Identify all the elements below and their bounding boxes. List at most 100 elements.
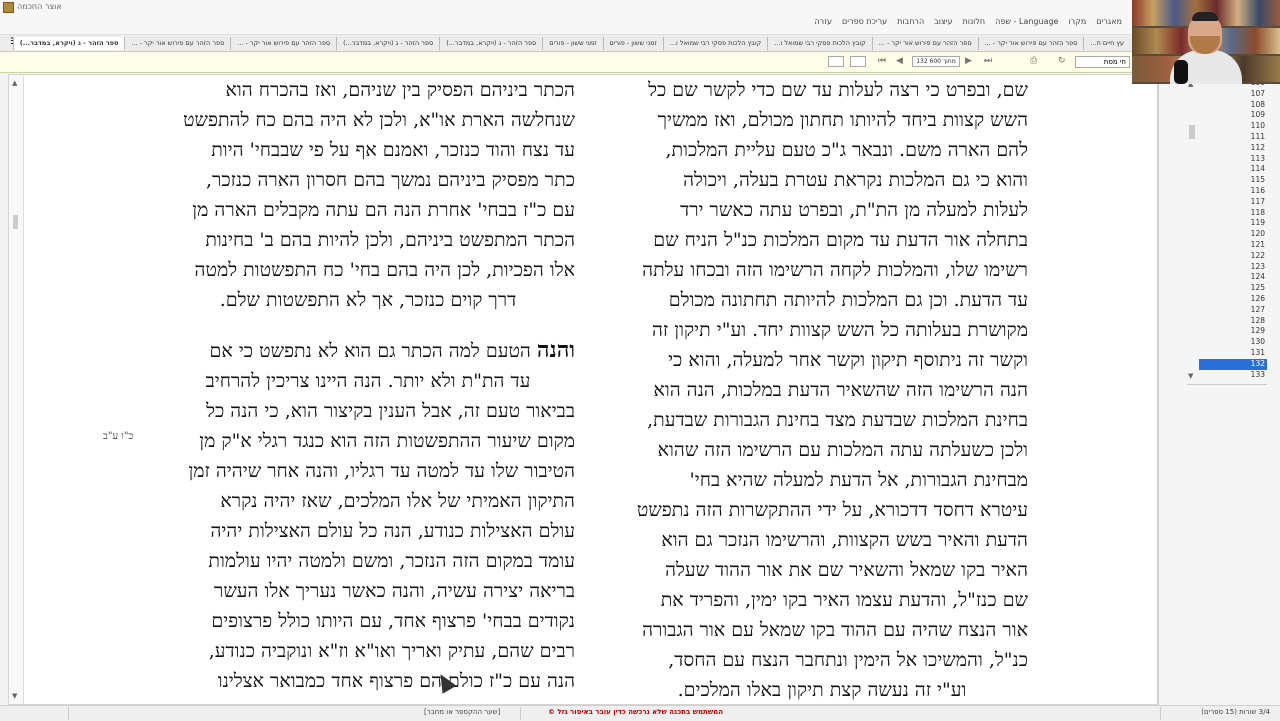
document-tab[interactable]: ספר הזהר עם פירוש אור יקר - ... [124,37,230,50]
first-page-icon[interactable]: ⏮ [878,56,886,66]
text-line: דרך קוים כנזכר, אך לא התפשטות שלם. [219,289,517,311]
page-number-item[interactable]: 125 [1199,283,1267,294]
page-number-item[interactable]: 126 [1199,294,1267,305]
page-number-item[interactable]: 124 [1199,272,1267,283]
menu-item[interactable]: עריכת ספרים [842,17,887,26]
page-number-item[interactable]: 131 [1199,348,1267,359]
text-line: נקודים בבחי' פרצוף אחד, עם היותו כולל פר… [211,610,575,632]
document-tab[interactable]: זמני ששון - פורים [602,37,663,50]
page-number-item[interactable]: 113 [1199,154,1267,165]
page-number-item[interactable]: 120 [1199,229,1267,240]
text-line: כנ"ל, והמשיכו אל הימין ונתחבר הנצח עם הח… [668,649,1028,671]
last-page-icon[interactable]: ⏭ [984,56,992,66]
page-number-item[interactable]: 128 [1199,316,1267,327]
page-number-item[interactable]: 108 [1199,100,1267,111]
page-number-item[interactable]: 132 [1199,358,1267,370]
document-tab[interactable]: ספר הזהר עם פירוש אור יקר - ... [977,37,1084,50]
search-input[interactable]: חי מסת [1075,56,1130,68]
menu-items: מאגרים מקרו Language - שפה חלונות עיצוב הרחבו… [814,17,1122,26]
print-icon[interactable]: ⎙ [1030,56,1037,66]
text-line: הנה עם כ"ז כולם הם פרצוף אחד כמבואר אצלי… [217,670,575,692]
text-line: הכתר ביניהם הפסיק בין שניהם, ואז בהכרח ה… [225,79,575,101]
document-view[interactable]: ▲ ▼ שם, ובפרט כי רצה לעלות עד שם כדי לקש… [8,74,1158,705]
menu-item[interactable]: Language - שפה [995,17,1058,26]
page-number-item[interactable]: 116 [1199,186,1267,197]
text-line: האיר בקו שמאל והשאיר שם את אור ההוד שעלה [665,559,1028,581]
menu-item[interactable]: עיצוב [934,17,952,26]
text-line: עומד במקום הזה הנזכר, ומשם ולמטה יהיו עו… [208,550,575,572]
text-line: הכתר המתפשט ביניהם, ולכן להיות בהם ב' בח… [205,229,575,251]
text-line: כתר מפסיק ביניהם נמשך בהם חסרון הארה כנז… [205,169,575,191]
page-number-item[interactable]: 110 [1199,121,1267,132]
page-info-field[interactable]: 132 מתוך 600 [912,56,960,67]
menu-item[interactable]: עזרה [814,17,832,26]
text-line: אור הנצח שהיה עם ההוד בקו שמאל עם אור הג… [642,619,1028,641]
page-number-item[interactable]: 115 [1199,175,1267,186]
menu-bar: מאגרים מקרו Language - שפה חלונות עיצוב הרחבו… [0,16,1280,35]
document-tab[interactable]: עץ חיים ח... [1083,37,1130,50]
page-number-item[interactable]: 130 [1199,337,1267,348]
text-line: שם, ובפרט כי רצה לעלות עד שם כדי לקשר שם… [648,79,1028,101]
document-tab[interactable]: קובץ הלכות פסקי רבי שמואל ו... [767,37,871,50]
page-number-item[interactable]: 119 [1199,218,1267,229]
fit-page-button[interactable] [850,56,866,67]
page-number-item[interactable]: 112 [1199,143,1267,154]
tab-bar: ☰ ספר הזהר - ג (ויקרא, במדבר...)ספר הזהר… [0,35,1132,52]
document-tab[interactable]: זמני ששון - פורים [542,37,602,50]
page-list-panel: ▲ ▼ 106107108109110111112113114115116117… [1158,74,1280,705]
page-list-scrollbar[interactable]: ▲ ▼ [1187,80,1197,380]
text-line: עד הת"ת ולא יותר. הנה היינו צריכין להרחי… [205,370,531,392]
page-number-item[interactable]: 123 [1199,262,1267,273]
scroll-thumb[interactable] [13,215,18,229]
margin-note: כ"ו ע"ב [103,431,134,442]
document-tab[interactable]: ספר הזהר עם פירוש אור יקר - ... [871,37,978,50]
text-line: והוא כי גם המלכות נקראת עטרת בעלה, ויכול… [683,169,1028,191]
text-line: הטיבור שלו עד למטה עד רגליו, והנה אחר שי… [188,460,575,482]
menu-item[interactable]: מקרו [1068,17,1086,26]
license-warning: המשתמש בתכנה שלא נרכשה כדין עובר באיסור … [548,708,723,716]
left-text-column: הכתר ביניהם הפסיק בין שניהם, ואז בהכרח ה… [161,75,575,696]
right-text-column: שם, ובפרט כי רצה לעלות עד שם כדי לקשר שם… [616,75,1028,704]
scroll-down-icon[interactable]: ▼ [12,692,17,700]
text-line: מבחינת הגבורות, אל הדעת למעלה שהיא בחי' [689,469,1028,491]
menu-item[interactable]: חלונות [963,17,986,26]
page-number-item[interactable]: 114 [1199,164,1267,175]
document-tab[interactable]: ספר הזהר עם פירוש אור יקר - ... [230,37,336,50]
title-bar: אוצר החכמה [0,0,1280,17]
menu-item[interactable]: מאגרים [1096,17,1122,26]
document-tab[interactable]: ספר הזהר - ג (ויקרא, במדבר...) [336,37,439,50]
text-line: עד הדעת. וכן גם המלכות להיותה תחתונה מכו… [668,289,1028,311]
scroll-up-icon[interactable]: ▲ [12,79,17,87]
text-line: וקשר זה ניתוסף תיקון וקשר אחר למעלה, והו… [668,349,1028,371]
document-tab[interactable]: ספר הזהר - ג (ויקרא, במדבר...) [439,37,542,50]
document-tab[interactable]: קובץ הלכות פסקי רבי שמואל ו... [662,37,767,50]
page-number-item[interactable]: 122 [1199,251,1267,262]
text-line: הנה הרשימו הזה שהשאיר הדעת במלכות, הנה ה… [653,379,1028,401]
page-number-item[interactable]: 129 [1199,326,1267,337]
page-number-item[interactable]: 107 [1199,89,1267,100]
prev-page-icon[interactable]: ◀ [896,56,903,66]
text-line: בתחלה אור הדעת עד מקום המלכות כנ"ל הניח … [653,229,1028,251]
page-number-item[interactable]: 127 [1199,305,1267,316]
page-number-item[interactable]: 118 [1199,208,1267,219]
page-number-item[interactable]: 117 [1199,197,1267,208]
status-bar: [שער ההקספר או מחבר] המשתמש בתכנה שלא נר… [0,705,1280,721]
page-number-item[interactable]: 109 [1199,110,1267,121]
document-tab[interactable]: ספר הזהר - ג (ויקרא, במדבר...) [12,37,125,50]
text-line: הדעת והאיר בשש הקצוות, והרשימו הנזכר גם … [661,529,1028,551]
lead-word: והנה [536,337,575,363]
menu-item[interactable]: הרחבות [897,17,924,26]
page-number-item[interactable]: 111 [1199,132,1267,143]
next-page-icon[interactable]: ▶ [965,56,972,66]
app-logo-icon [3,2,14,13]
text-line: והנה הטעם למה הכתר גם הוא לא נתפשט כי אם [209,337,575,363]
text-line: בביאור טעם זה, אבל הענין בקיצור הוא, כי … [206,400,575,422]
text-line: עולם האצילות כנודע, הנה כל עולם האצילות … [210,520,576,542]
scroll-thumb[interactable] [1189,125,1195,139]
fit-width-button[interactable] [828,56,844,67]
page-number-item[interactable]: 133 [1199,370,1267,381]
refresh-icon[interactable]: ↻ [1058,56,1066,66]
vertical-scrollbar[interactable]: ▲ ▼ [9,75,24,704]
page-number-item[interactable]: 121 [1199,240,1267,251]
scroll-down-icon[interactable]: ▼ [1188,372,1193,380]
